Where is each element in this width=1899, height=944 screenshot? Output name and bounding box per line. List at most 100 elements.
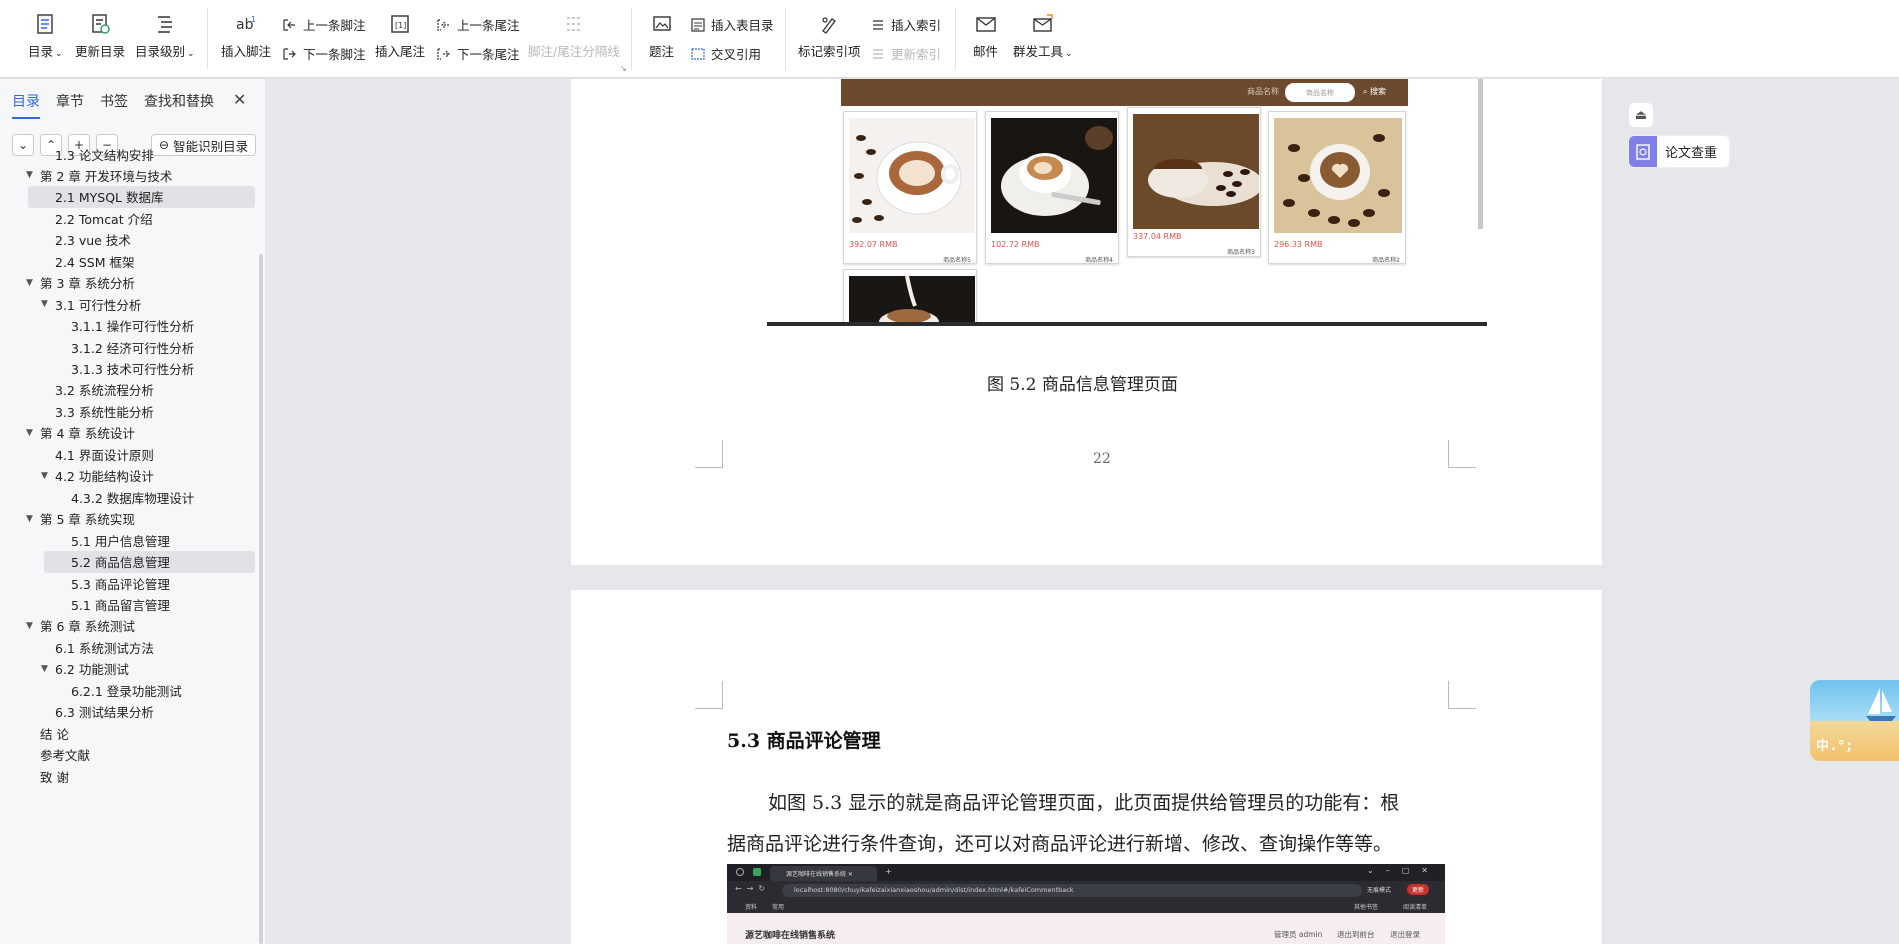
toc-item[interactable]: 3.1.2 经济可行性分析: [71, 336, 194, 358]
toc-item[interactable]: 3.3 系统性能分析: [55, 400, 154, 422]
toc-item[interactable]: 2.4 SSM 框架: [55, 250, 134, 272]
cross-reference-button[interactable]: 交叉引用: [690, 44, 761, 63]
caption-button[interactable]: 题注: [649, 0, 674, 60]
toc-item-label: 4.2 功能结构设计: [55, 469, 154, 485]
product-price: 296.33 RMB: [1274, 240, 1323, 249]
smart-toc-button[interactable]: ⊖ 智能识别目录: [151, 134, 257, 156]
toc-item[interactable]: 致 谢: [40, 765, 69, 787]
toc-item-label: 3.1.1 操作可行性分析: [71, 319, 195, 335]
product-name: 商品名称3: [1227, 249, 1255, 256]
product-card: 337.04 RMB 商品名称3: [1127, 107, 1261, 257]
product-price: 392.07 RMB: [849, 240, 898, 249]
toc-item[interactable]: 6.2.1 登录功能测试: [71, 679, 182, 701]
bookmark-item: 资料: [745, 904, 758, 911]
mail-merge-button[interactable]: 群发工具 ⌄: [1013, 0, 1073, 60]
expand-arrow-icon[interactable]: ▼: [41, 664, 48, 674]
insert-endnote-button[interactable]: [1] 插入尾注: [375, 0, 425, 60]
tab-chapters[interactable]: 章节: [56, 91, 84, 119]
product-price: 337.04 RMB: [1133, 232, 1182, 241]
prev-footnote-button[interactable]: 上一条脚注: [282, 15, 366, 34]
mark-index-icon: [817, 12, 841, 36]
toc-button[interactable]: 目录 ⌄: [28, 0, 63, 60]
expand-arrow-icon[interactable]: ▼: [41, 471, 48, 481]
toc-item-label: 第 3 章 系统分析: [40, 276, 135, 292]
expand-arrow-icon[interactable]: ▼: [26, 170, 33, 180]
toc-item-label: 2.1 MYSQL 数据库: [55, 190, 164, 206]
separator-button[interactable]: 脚注/尾注分隔线: [528, 0, 620, 60]
collapse-panel-icon[interactable]: ⏏: [1629, 103, 1653, 127]
prev-endnote-button[interactable]: 上一条尾注: [436, 15, 520, 34]
insert-table-of-figures-button[interactable]: 插入表目录: [690, 15, 774, 34]
toc-item[interactable]: ▼ 第 5 章 系统实现: [26, 508, 135, 530]
ime-widget[interactable]: 中.°;: [1810, 680, 1899, 761]
crop-mark: [695, 440, 723, 468]
insert-index-button[interactable]: 插入索引: [870, 15, 941, 34]
expand-icon[interactable]: ⌄: [12, 134, 34, 156]
svg-text:1: 1: [251, 15, 256, 24]
table-of-figures-icon: [690, 17, 706, 33]
toc-item[interactable]: ▼ 3.1 可行性分析: [41, 293, 141, 315]
tab-bookmarks[interactable]: 书签: [100, 91, 128, 119]
toc-item[interactable]: ▼ 4.2 功能结构设计: [41, 465, 154, 487]
expand-arrow-icon[interactable]: ▼: [41, 299, 48, 309]
next-endnote-button[interactable]: 下一条尾注: [436, 44, 520, 63]
nav-scrollbar[interactable]: [259, 254, 263, 944]
toc-level-button[interactable]: 目录级别 ⌄: [135, 0, 195, 60]
toc-item[interactable]: 2.1 MYSQL 数据库: [55, 186, 163, 208]
next-footnote-button[interactable]: 下一条脚注: [282, 44, 366, 63]
toc-item[interactable]: ▼ 第 2 章 开发环境与技术: [26, 164, 172, 186]
update-index-button[interactable]: 更新索引: [870, 44, 941, 63]
toc-item[interactable]: ▼ 第 3 章 系统分析: [26, 272, 135, 294]
toc-item[interactable]: 4.1 界面设计原则: [55, 443, 154, 465]
expand-arrow-icon[interactable]: ▼: [26, 428, 33, 438]
toc-item[interactable]: 5.1 用户信息管理: [71, 529, 170, 551]
dialog-launcher-icon[interactable]: ↘: [620, 64, 627, 73]
toc-item[interactable]: 3.2 系统流程分析: [55, 379, 154, 401]
toc-item[interactable]: 2.2 Tomcat 介绍: [55, 207, 153, 229]
toc-item-label: 5.1 商品留言管理: [71, 597, 170, 613]
toc-item[interactable]: ▼ 6.2 功能测试: [41, 658, 129, 680]
expand-arrow-icon[interactable]: ▼: [26, 621, 33, 631]
tab-find-replace[interactable]: 查找和替换: [144, 91, 214, 119]
app-header: 源艺咖啡在线销售系统 管理员 admin 退出到前台 退出登录: [727, 913, 1445, 944]
toc-item[interactable]: 6.1 系统测试方法: [55, 636, 154, 658]
mail-merge-icon: [1031, 12, 1055, 36]
insert-footnote-button[interactable]: ab 1 插入脚注: [221, 0, 271, 60]
expand-arrow-icon[interactable]: ▼: [26, 278, 33, 288]
toc-item[interactable]: 5.3 商品评论管理: [71, 572, 170, 594]
close-icon[interactable]: ✕: [233, 90, 246, 109]
toc-item[interactable]: ▼ 第 4 章 系统设计: [26, 422, 135, 444]
toc-item[interactable]: ▼ 第 6 章 系统测试: [26, 615, 135, 637]
toc-item-label: 2.4 SSM 框架: [55, 254, 135, 270]
toc-item[interactable]: 结 论: [40, 722, 69, 744]
browser-address-row: ←→↻ localhost:8080/chuyikafeizaixianxiao…: [727, 881, 1445, 899]
next-footnote-icon: [282, 46, 298, 62]
next-endnote-icon: [436, 46, 452, 62]
window-controls: ⌄–▢✕: [1367, 866, 1440, 875]
toc-item-label: 4.1 界面设计原则: [55, 447, 154, 463]
expand-arrow-icon[interactable]: ▼: [26, 514, 33, 524]
mail-icon: [974, 12, 998, 36]
toc-item-label: 第 4 章 系统设计: [40, 426, 135, 442]
tab-toc[interactable]: 目录: [12, 91, 40, 119]
toc-item[interactable]: 3.1.3 技术可行性分析: [71, 358, 194, 380]
update-index-icon: [870, 46, 886, 62]
toc-item[interactable]: 5.2 商品信息管理: [71, 551, 170, 573]
toc-item[interactable]: 4.3.2 数据库物理设计: [71, 486, 194, 508]
toc-item[interactable]: 2.3 vue 技术: [55, 229, 131, 251]
product-card: 392.07 RMB 商品名称5: [843, 111, 977, 264]
product-image: [1133, 114, 1259, 229]
toc-item[interactable]: 1.3 论文结构安排: [55, 143, 154, 165]
toc-item[interactable]: 参考文献: [40, 744, 90, 766]
bookmark-item: 常用: [772, 904, 785, 911]
mail-button[interactable]: 邮件: [973, 0, 998, 60]
toc-item[interactable]: 6.3 测试结果分析: [55, 701, 154, 723]
toc-item[interactable]: 5.1 商品留言管理: [71, 593, 170, 615]
update-toc-button[interactable]: 更新目录: [75, 0, 125, 60]
page-number: 22: [1093, 451, 1111, 467]
toc-item[interactable]: 3.1.1 操作可行性分析: [71, 315, 194, 337]
update-toc-icon: [88, 12, 112, 36]
mark-index-button[interactable]: 标记索引项: [798, 0, 861, 60]
browser-logo-icon: [736, 868, 744, 876]
thesis-check-button[interactable]: 论文查重: [1629, 136, 1729, 167]
